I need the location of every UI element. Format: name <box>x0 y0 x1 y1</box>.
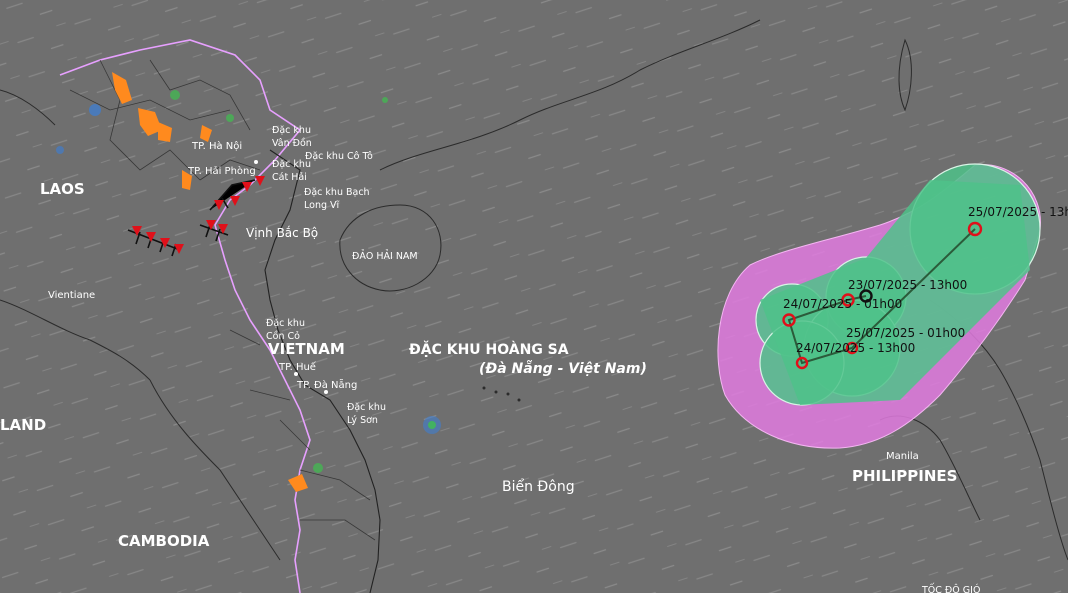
city-haiphong: TP. Hải Phòng <box>187 165 256 177</box>
country-cambodia: CAMBODIA <box>118 532 210 550</box>
map-canvas[interactable]: 23/07/2025 - 13h00 24/07/2025 - 01h00 25… <box>0 0 1068 593</box>
city-dot-danang <box>324 390 328 394</box>
weather-map[interactable]: 23/07/2025 - 13h00 24/07/2025 - 01h00 25… <box>0 0 1068 593</box>
track-label-2: 24/07/2025 - 13h00 <box>796 341 915 355</box>
country-philippines: PHILIPPINES <box>852 467 957 485</box>
track-label-0: 23/07/2025 - 13h00 <box>848 278 967 292</box>
sea-bien-dong: Biển Đông <box>502 478 575 495</box>
city-danang: TP. Đà Nẵng <box>296 378 357 391</box>
district-coto: Đặc khu Cô Tô <box>305 151 373 162</box>
city-hue: TP. Huế <box>278 361 317 373</box>
district-cathai-2: Cát Hải <box>272 172 307 183</box>
district-vandon-1: Đặc khu <box>272 125 311 136</box>
district-lyson-2: Lý Sơn <box>347 415 378 426</box>
sea-hoang-sa-sub: (Đà Nẵng - Việt Nam) <box>479 360 647 377</box>
city-vientiane: Vientiane <box>48 290 95 301</box>
track-label-3: 25/07/2025 - 01h00 <box>846 326 965 340</box>
city-dot-hue <box>294 372 298 376</box>
city-manila: Manila <box>886 451 919 462</box>
sea-hoang-sa: ĐẶC KHU HOÀNG SA <box>409 340 569 358</box>
district-vandon-2: Vân Đồn <box>272 138 312 149</box>
district-bachlongvi-1: Đặc khu Bạch <box>304 187 370 198</box>
city-hanoi: TP. Hà Nội <box>191 140 242 152</box>
district-lyson-1: Đặc khu <box>347 402 386 413</box>
district-cathai-1: Đặc khu <box>272 159 311 170</box>
wind-speed-legend-label: TỐC ĐỘ GIÓ <box>921 583 980 593</box>
sea-vinh-bac-bo: Vịnh Bắc Bộ <box>246 226 318 240</box>
track-label-4: 25/07/2025 - 13h00 <box>968 205 1068 219</box>
district-concho-1: Đặc khu <box>266 318 305 329</box>
country-thailand: LAND <box>0 416 46 434</box>
district-concho-2: Cồn Cỏ <box>266 331 300 342</box>
district-bachlongvi-2: Long Vĩ <box>304 200 340 211</box>
country-laos: LAOS <box>40 180 85 198</box>
city-dot-haiphong <box>254 160 258 164</box>
country-vietnam: VIETNAM <box>268 340 345 358</box>
track-label-1: 24/07/2025 - 01h00 <box>783 297 902 311</box>
island-hai-nam: ĐẢO HẢI NAM <box>352 250 418 262</box>
